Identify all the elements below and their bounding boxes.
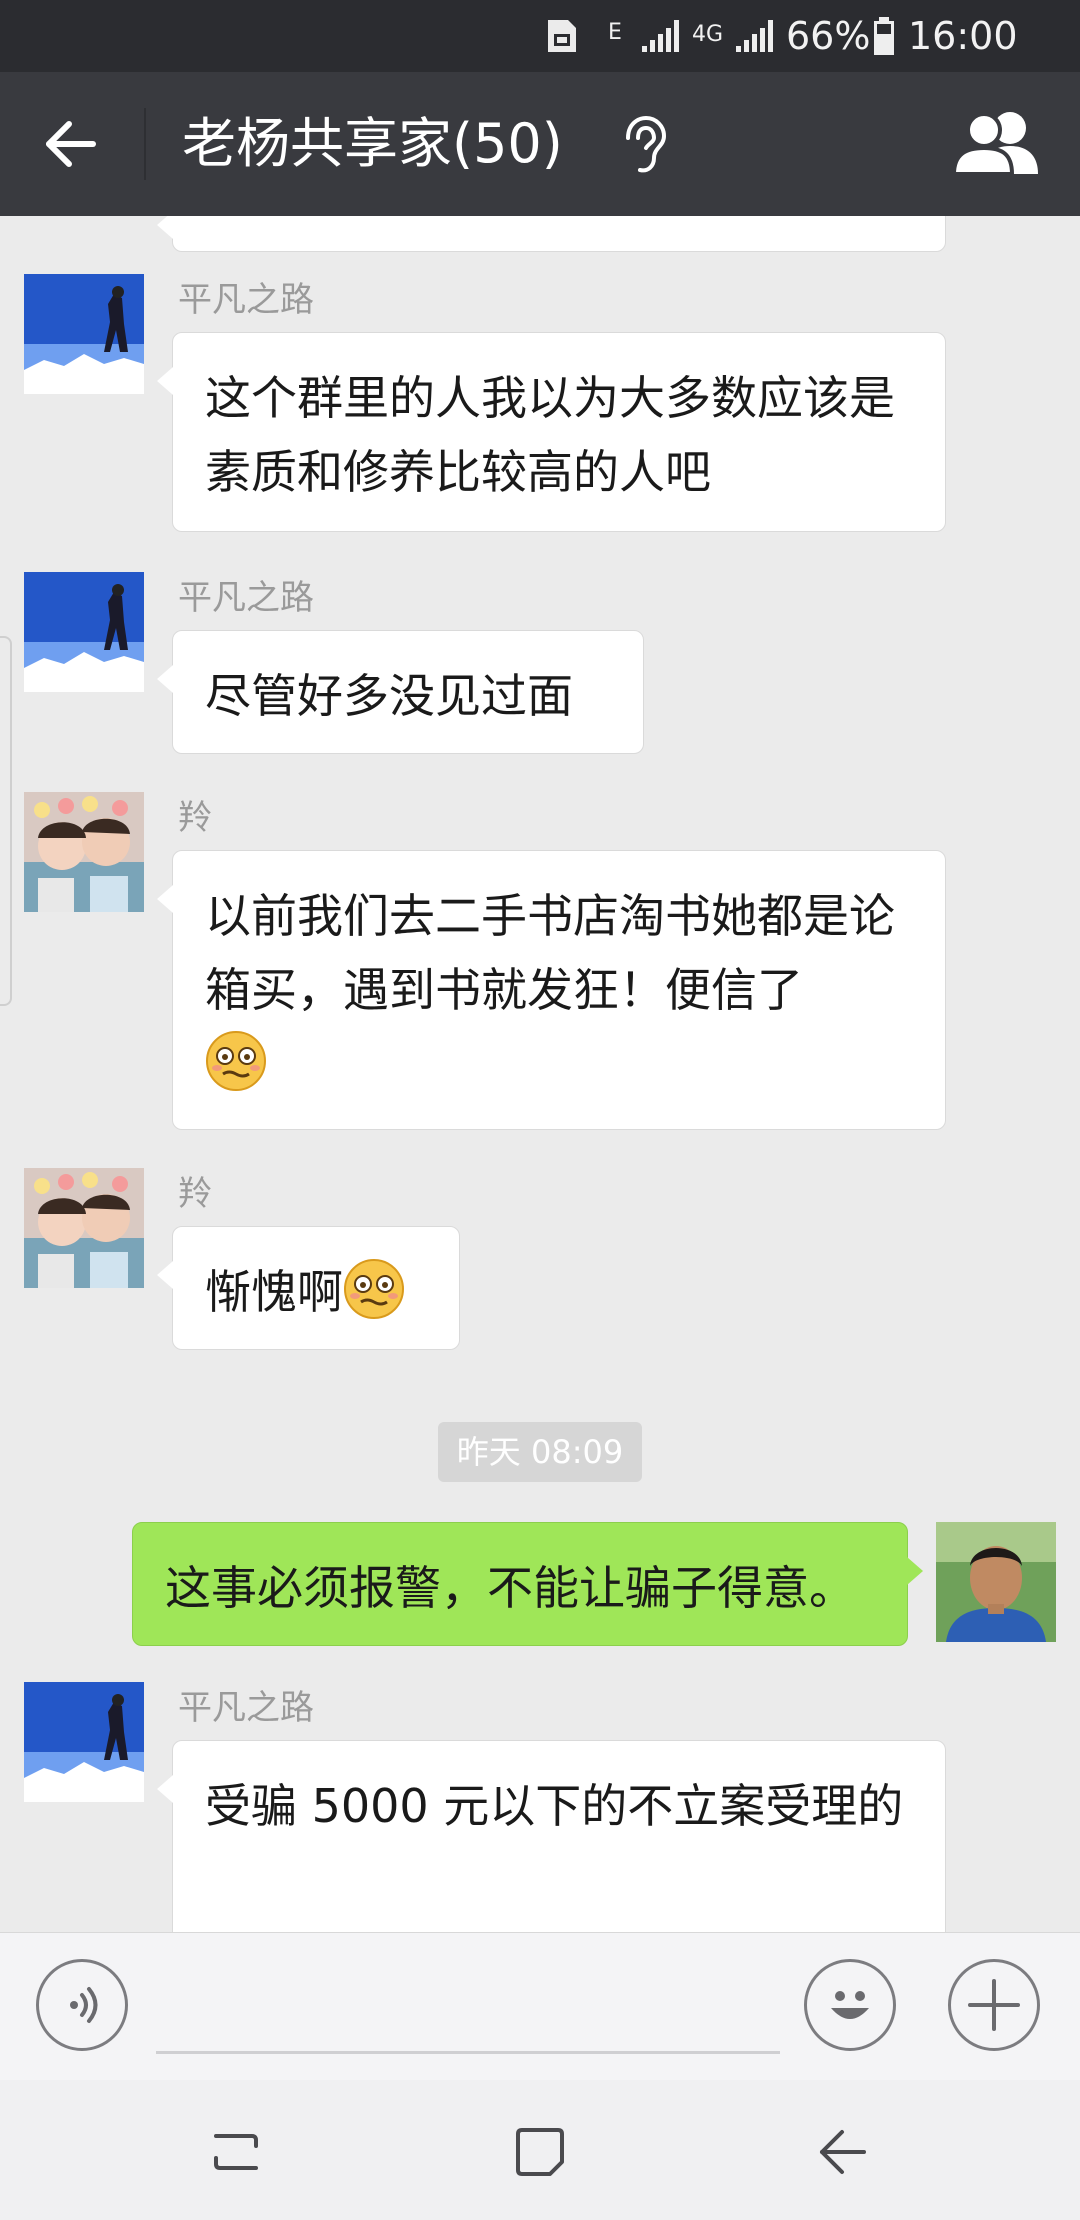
header-divider bbox=[144, 108, 146, 180]
emoji-icon bbox=[831, 1991, 869, 2019]
avatar-self[interactable] bbox=[936, 1522, 1056, 1642]
input-bar bbox=[0, 1932, 1080, 2081]
group-members-icon bbox=[951, 112, 1038, 176]
add-icon bbox=[968, 1979, 1020, 2031]
message-text: 受骗 5000 元以下的不立案受理的 bbox=[205, 1779, 904, 1833]
back-button[interactable] bbox=[30, 104, 110, 184]
battery-icon bbox=[872, 14, 896, 58]
message-bubble[interactable]: 这个群里的人我以为大多数应该是素质和修养比较高的人吧 bbox=[157, 332, 946, 532]
message-input[interactable] bbox=[156, 2051, 780, 2054]
message-text: 这个群里的人我以为大多数应该是素质和修养比较高的人吧 bbox=[205, 371, 895, 499]
message-bubble[interactable]: 惭愧啊 bbox=[157, 1226, 460, 1350]
message-text: 这事必须报警，不能让骗子得意。 bbox=[165, 1561, 855, 1615]
back-arrow-icon bbox=[46, 121, 96, 167]
avatar-pingfanzhilu[interactable] bbox=[24, 572, 144, 692]
network-type-4g: 4G bbox=[692, 21, 724, 47]
signal-icon-2 bbox=[734, 14, 774, 58]
recent-apps-icon bbox=[214, 2134, 258, 2170]
scroll-indicator bbox=[0, 636, 12, 1006]
chat-title: 老杨共享家(50) bbox=[182, 112, 563, 175]
back-nav-button[interactable] bbox=[806, 2116, 878, 2188]
emoji-button[interactable] bbox=[804, 1959, 896, 2051]
ear-icon bbox=[612, 112, 672, 176]
chat-screen: E 4G 66% 16:00 老杨共享家(50) 平凡之路 这个群里的人我以为大… bbox=[0, 0, 1080, 2220]
home-button[interactable] bbox=[504, 2116, 576, 2188]
network-type-e: E bbox=[608, 19, 622, 45]
message-text: 以前我们去二手书店淘书她都是论箱买，遇到书就发狂！便信了 bbox=[205, 889, 895, 1017]
timestamp-badge: 昨天 08:09 bbox=[438, 1422, 642, 1482]
sender-name: 平凡之路 bbox=[178, 1688, 314, 1728]
add-button[interactable] bbox=[948, 1959, 1040, 2051]
battery-percent: 66% bbox=[786, 14, 871, 58]
home-icon bbox=[516, 2128, 564, 2176]
voice-input-icon bbox=[70, 1987, 98, 2023]
clock: 16:00 bbox=[908, 14, 1018, 58]
avatar-pingfanzhilu[interactable] bbox=[24, 1682, 144, 1802]
recent-apps-button[interactable] bbox=[200, 2116, 272, 2188]
voice-input-button[interactable] bbox=[36, 1959, 128, 2051]
message-text: 尽管好多没见过面 bbox=[205, 669, 573, 723]
sender-name: 羚 bbox=[178, 1174, 212, 1214]
embarrassed-face-icon bbox=[343, 1258, 405, 1320]
message-bubble-partial[interactable] bbox=[157, 216, 946, 252]
group-members-button[interactable] bbox=[948, 108, 1044, 180]
signal-icon-1 bbox=[640, 14, 680, 58]
message-bubble[interactable]: 尽管好多没见过面 bbox=[157, 630, 644, 754]
system-nav-bar bbox=[0, 2080, 1080, 2220]
sender-name: 羚 bbox=[178, 798, 212, 838]
message-bubble[interactable]: 受骗 5000 元以下的不立案受理的 bbox=[157, 1740, 946, 1932]
message-bubble[interactable]: 以前我们去二手书店淘书她都是论箱买，遇到书就发狂！便信了 bbox=[157, 850, 946, 1130]
sender-name: 平凡之路 bbox=[178, 280, 314, 320]
message-text: 惭愧啊 bbox=[205, 1265, 343, 1319]
avatar-pingfanzhilu[interactable] bbox=[24, 274, 144, 394]
sender-name: 平凡之路 bbox=[178, 578, 314, 618]
message-list[interactable]: 平凡之路 这个群里的人我以为大多数应该是素质和修养比较高的人吧 平凡之路 尽管好… bbox=[0, 216, 1080, 1932]
chat-header: 老杨共享家(50) bbox=[0, 72, 1080, 216]
embarrassed-face-icon bbox=[205, 1030, 267, 1092]
avatar-ling[interactable] bbox=[24, 1168, 144, 1288]
back-icon bbox=[820, 2130, 866, 2174]
message-bubble-outgoing[interactable]: 这事必须报警，不能让骗子得意。 bbox=[132, 1522, 923, 1646]
status-bar: E 4G 66% 16:00 bbox=[0, 0, 1080, 72]
sim-icon bbox=[544, 14, 580, 58]
avatar-ling[interactable] bbox=[24, 792, 144, 912]
